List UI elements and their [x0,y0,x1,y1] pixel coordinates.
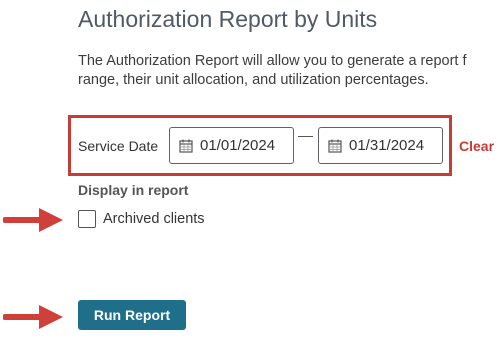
description-line-2: range, their unit allocation, and utiliz… [78,72,429,88]
date-range-separator [298,136,313,137]
clear-dates-link[interactable]: Clear [459,138,494,154]
start-date-value: 01/01/2024 [200,137,276,154]
page-description: The Authorization Report will allow you … [78,52,467,90]
end-date-value: 01/31/2024 [349,137,425,154]
calendar-icon [328,139,342,153]
archived-clients-checkbox[interactable] [78,210,96,228]
arrow-right-icon [3,208,63,232]
run-report-button[interactable]: Run Report [78,300,186,330]
page-title: Authorization Report by Units [78,6,378,32]
archived-clients-label[interactable]: Archived clients [103,211,205,227]
end-date-input[interactable]: 01/31/2024 [318,127,443,164]
start-date-input[interactable]: 01/01/2024 [169,127,294,164]
description-line-1: The Authorization Report will allow you … [78,53,467,69]
display-in-report-heading: Display in report [78,182,189,198]
archived-clients-option[interactable]: Archived clients [78,210,205,228]
calendar-icon [179,139,193,153]
service-date-label: Service Date [78,138,159,154]
arrow-right-icon [3,305,63,329]
